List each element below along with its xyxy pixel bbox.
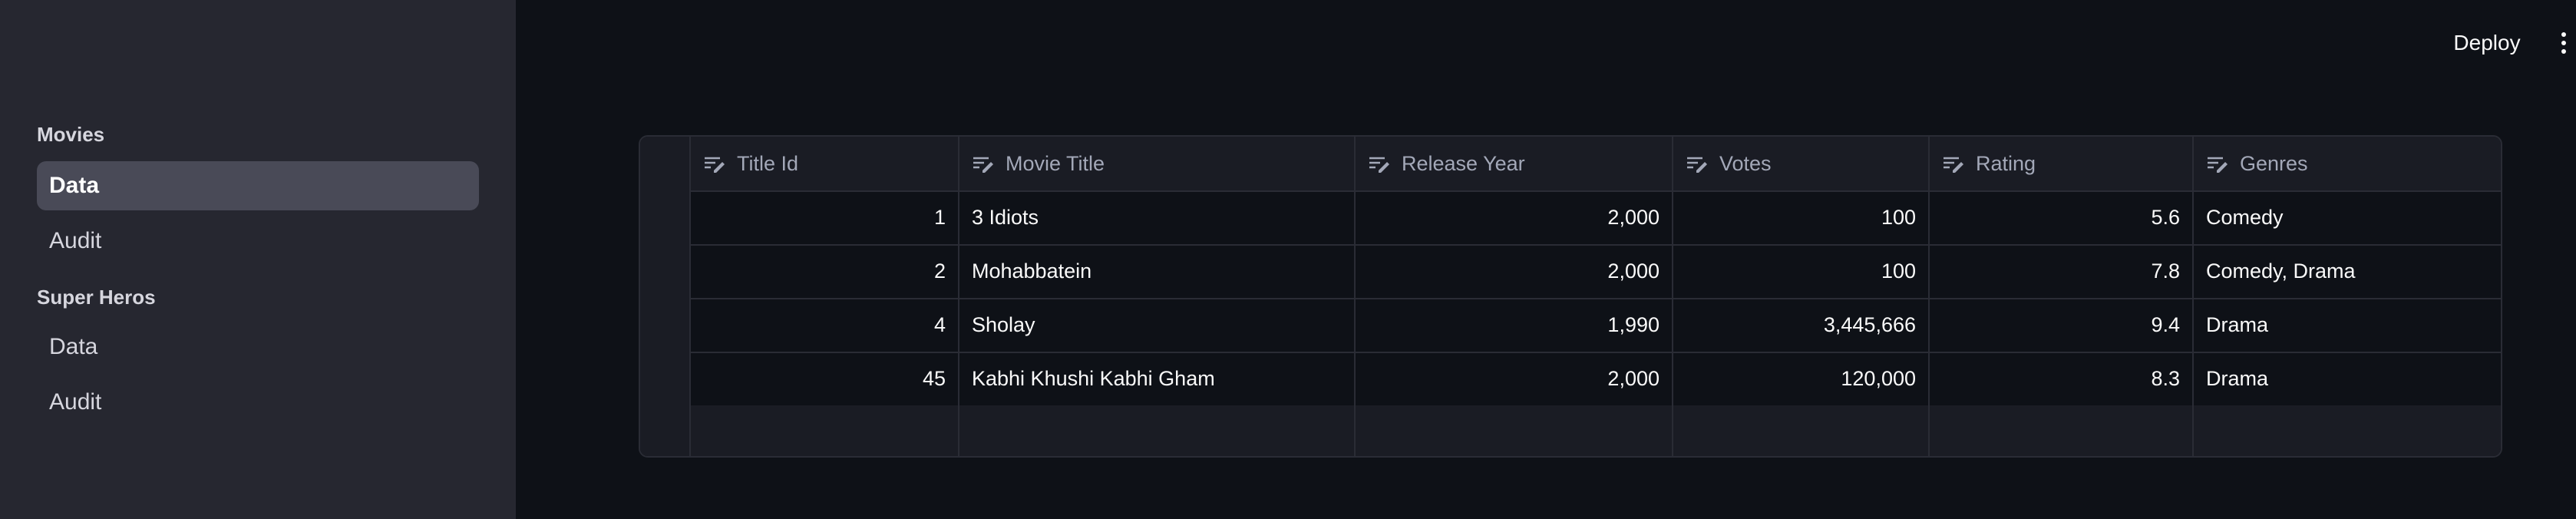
- sidebar-item-label: Audit: [49, 389, 102, 415]
- text-column-icon: [1368, 154, 1391, 173]
- cell-title-id[interactable]: 2: [691, 244, 959, 298]
- cell-rating[interactable]: 8.3: [1930, 352, 2194, 405]
- section-label-super-heros: Super Heros: [37, 286, 156, 309]
- deploy-button[interactable]: Deploy: [2441, 26, 2533, 60]
- column-header-label: Rating: [1976, 151, 2036, 175]
- column-header-label: Genres: [2240, 151, 2308, 175]
- row-index-header: [640, 137, 691, 190]
- column-header-movie-title[interactable]: Movie Title: [959, 137, 1356, 190]
- empty-cell[interactable]: [1930, 405, 2194, 456]
- cell-release-year[interactable]: 2,000: [1356, 244, 1673, 298]
- section-label-movies: Movies: [37, 123, 105, 146]
- text-column-icon: [703, 154, 726, 173]
- text-column-icon: [1942, 154, 1965, 173]
- sidebar-item-super-heros-audit[interactable]: Audit: [37, 378, 479, 427]
- empty-cell[interactable]: [1356, 405, 1673, 456]
- sidebar-item-movies-data[interactable]: Data: [37, 161, 479, 210]
- sidebar-item-super-heros-data[interactable]: Data: [37, 322, 479, 372]
- grid-header: Title Id Movie Title Release Year Votes …: [640, 137, 2501, 192]
- empty-cell[interactable]: [691, 405, 959, 456]
- column-header-label: Release Year: [1402, 151, 1525, 175]
- text-column-icon: [2206, 154, 2229, 173]
- column-header-label: Title Id: [737, 151, 799, 175]
- column-header-title-id[interactable]: Title Id: [691, 137, 959, 190]
- cell-movie-title[interactable]: Sholay: [959, 298, 1356, 352]
- table-row: 4 Sholay 1,990 3,445,666 9.4 Drama: [640, 298, 2501, 353]
- data-grid[interactable]: Title Id Movie Title Release Year Votes …: [639, 135, 2502, 458]
- cell-votes[interactable]: 100: [1673, 244, 1930, 298]
- cell-votes[interactable]: 100: [1673, 190, 1930, 244]
- sidebar: Movies Data Audit Super Heros Data Audit: [0, 0, 516, 519]
- column-header-genres[interactable]: Genres: [2194, 137, 2501, 190]
- table-row: 2 Mohabbatein 2,000 100 7.8 Comedy, Dram…: [640, 244, 2501, 299]
- vertical-dots-icon[interactable]: [2556, 26, 2571, 60]
- column-header-release-year[interactable]: Release Year: [1356, 137, 1673, 190]
- sidebar-item-label: Audit: [49, 228, 102, 253]
- cell-genres[interactable]: Drama: [2194, 352, 2501, 405]
- table-row: 45 Kabhi Khushi Kabhi Gham 2,000 120,000…: [640, 352, 2501, 407]
- cell-movie-title[interactable]: Mohabbatein: [959, 244, 1356, 298]
- cell-movie-title[interactable]: 3 Idiots: [959, 190, 1356, 244]
- text-column-icon: [972, 154, 995, 173]
- cell-votes[interactable]: 3,445,666: [1673, 298, 1930, 352]
- cell-rating[interactable]: 5.6: [1930, 190, 2194, 244]
- cell-title-id[interactable]: 4: [691, 298, 959, 352]
- row-index-cell[interactable]: [640, 298, 691, 352]
- cell-release-year[interactable]: 2,000: [1356, 190, 1673, 244]
- empty-cell[interactable]: [959, 405, 1356, 456]
- cell-votes[interactable]: 120,000: [1673, 352, 1930, 405]
- sidebar-item-movies-audit[interactable]: Audit: [37, 217, 479, 266]
- cell-rating[interactable]: 7.8: [1930, 244, 2194, 298]
- column-header-label: Votes: [1719, 151, 1772, 175]
- new-row-placeholder[interactable]: [640, 405, 2501, 456]
- cell-title-id[interactable]: 1: [691, 190, 959, 244]
- column-header-rating[interactable]: Rating: [1930, 137, 2194, 190]
- cell-genres[interactable]: Comedy: [2194, 190, 2501, 244]
- cell-release-year[interactable]: 2,000: [1356, 352, 1673, 405]
- cell-release-year[interactable]: 1,990: [1356, 298, 1673, 352]
- row-index-cell[interactable]: [640, 190, 691, 244]
- cell-genres[interactable]: Drama: [2194, 298, 2501, 352]
- row-index-cell[interactable]: [640, 244, 691, 298]
- sidebar-item-label: Data: [49, 334, 98, 359]
- row-index-cell[interactable]: [640, 352, 691, 405]
- cell-rating[interactable]: 9.4: [1930, 298, 2194, 352]
- row-index-cell[interactable]: [640, 405, 691, 456]
- table-row: 1 3 Idiots 2,000 100 5.6 Comedy: [640, 190, 2501, 246]
- cell-genres[interactable]: Comedy, Drama: [2194, 244, 2501, 298]
- cell-title-id[interactable]: 45: [691, 352, 959, 405]
- column-header-votes[interactable]: Votes: [1673, 137, 1930, 190]
- empty-cell[interactable]: [1673, 405, 1930, 456]
- empty-cell[interactable]: [2194, 405, 2501, 456]
- text-column-icon: [1686, 154, 1709, 173]
- sidebar-item-label: Data: [49, 173, 100, 198]
- column-header-label: Movie Title: [1006, 151, 1105, 175]
- cell-movie-title[interactable]: Kabhi Khushi Kabhi Gham: [959, 352, 1356, 405]
